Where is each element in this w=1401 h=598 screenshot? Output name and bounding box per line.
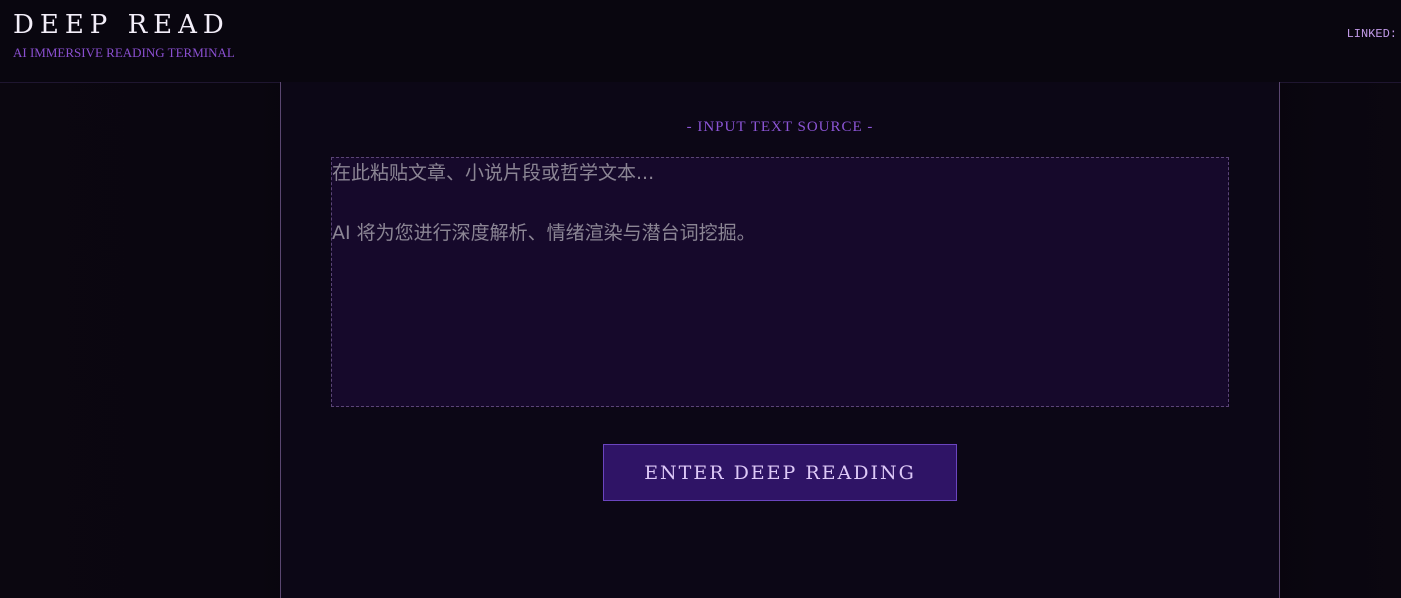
header-bar: DEEP READ AI IMMERSIVE READING TERMINAL … xyxy=(0,0,1401,83)
enter-deep-reading-button[interactable]: ENTER DEEP READING xyxy=(603,444,957,501)
reading-panel: - INPUT TEXT SOURCE - ENTER DEEP READING xyxy=(280,82,1280,598)
app-title: DEEP READ xyxy=(13,10,230,40)
link-status: LINKED: xyxy=(1346,27,1397,41)
app-subtitle: AI IMMERSIVE READING TERMINAL xyxy=(13,45,235,60)
input-section-label: - INPUT TEXT SOURCE - xyxy=(686,119,874,135)
app-root: DEEP READ AI IMMERSIVE READING TERMINAL … xyxy=(0,0,1401,598)
text-source-input[interactable] xyxy=(331,157,1229,407)
